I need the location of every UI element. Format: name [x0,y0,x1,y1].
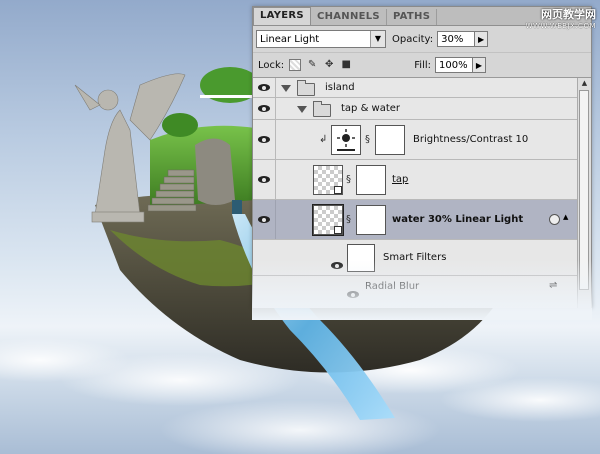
layer-thumbnail[interactable] [312,204,344,236]
lock-transparency-icon[interactable] [289,59,302,71]
layer-list: island tap & water ↲ § Brightness/Contra… [253,78,591,308]
fill-slider-toggle-icon[interactable]: ▶ [473,57,486,73]
lock-label: Lock: [258,59,285,71]
collapse-triangle-icon[interactable]: ▲ [563,213,568,221]
tap [232,200,242,214]
layers-scrollbar[interactable]: ▲ [577,78,591,308]
fill-input[interactable]: 100% [435,57,473,73]
layer-brightness-contrast[interactable]: ↲ § Brightness/Contrast 10 [253,120,591,160]
layer-mask-thumbnail[interactable] [375,125,405,155]
blend-opacity-row: Linear Light ▼ Opacity: 30% ▶ [253,26,591,53]
layer-name: island [325,82,355,93]
tab-channels[interactable]: CHANNELS [311,9,387,25]
layers-panel: LAYERS CHANNELS PATHS Linear Light ▼ Opa… [252,6,592,308]
folder-icon [297,80,315,96]
expand-triangle-icon[interactable] [297,106,307,113]
lock-all-padlock-icon[interactable]: ■ [340,59,352,71]
visibility-eye-icon[interactable] [253,120,276,159]
opacity-input[interactable]: 30% [437,31,476,47]
adjustment-sun-icon [331,125,361,155]
tap-rock [195,138,235,205]
smart-object-badge-icon [334,226,342,234]
visibility-eye-icon[interactable] [347,283,359,302]
lock-fill-row: Lock: ✎ ✥ ■ Fill: 100% ▶ [253,53,591,78]
layer-mask-thumbnail[interactable] [356,165,386,195]
layer-name: tap & water [341,103,401,114]
layer-mask-thumbnail[interactable] [356,205,386,235]
tab-paths[interactable]: PATHS [387,9,438,25]
layer-name: Smart Filters [383,252,447,263]
layer-tap-and-water[interactable]: tap & water [253,98,591,120]
layer-name: Radial Blur [365,281,420,292]
filter-mask-thumbnail[interactable] [347,244,375,272]
folder-icon [313,101,331,117]
visibility-eye-icon[interactable] [331,254,343,273]
scroll-up-arrow-icon[interactable]: ▲ [578,78,591,89]
visibility-eye-icon[interactable] [253,98,276,119]
visibility-eye-icon[interactable] [253,200,276,239]
lock-pixels-brush-icon[interactable]: ✎ [306,59,318,71]
tree-left [162,113,198,137]
smart-object-badge-icon [334,186,342,194]
watermark-line1: 网页教学网 [541,8,596,21]
filter-blending-options-icon[interactable]: ⇌ [549,280,557,291]
link-chain-icon[interactable]: § [365,134,370,145]
watermark-line2: WWW.WEBJX.COM [525,22,596,30]
layer-water[interactable]: § water 30% Linear Light ▲ [253,200,591,240]
expand-triangle-icon[interactable] [281,85,291,92]
tab-layers[interactable]: LAYERS [253,7,311,25]
blend-mode-select[interactable]: Linear Light ▼ [256,30,386,48]
layer-thumbnail[interactable] [313,165,343,195]
layer-smart-filters[interactable]: Smart Filters [253,240,591,276]
chevron-down-icon[interactable]: ▼ [370,31,385,47]
opacity-slider-toggle-icon[interactable]: ▶ [475,31,489,47]
scrollbar-thumb[interactable] [579,90,589,290]
layer-radial-blur[interactable]: Radial Blur ⇌ [253,276,591,298]
smart-filter-options-icon[interactable] [549,214,560,225]
layer-tap[interactable]: § tap [253,160,591,200]
opacity-label: Opacity: [392,33,434,45]
fill-label: Fill: [414,59,431,71]
layer-island[interactable]: island [253,78,591,98]
fence [200,95,255,98]
layer-name: Brightness/Contrast 10 [413,134,529,145]
layer-name: tap [392,174,409,185]
site-watermark: 网页教学网 WWW.WEBJX.COM [506,6,596,30]
link-chain-icon[interactable]: § [346,174,351,185]
lock-position-move-icon[interactable]: ✥ [323,59,335,71]
blend-mode-value: Linear Light [260,34,320,45]
link-chain-icon[interactable]: § [346,214,351,225]
layer-name: water 30% Linear Light [392,214,524,225]
clipping-arrow-icon: ↲ [319,134,328,145]
visibility-eye-icon[interactable] [253,78,276,97]
visibility-eye-icon[interactable] [253,160,276,199]
